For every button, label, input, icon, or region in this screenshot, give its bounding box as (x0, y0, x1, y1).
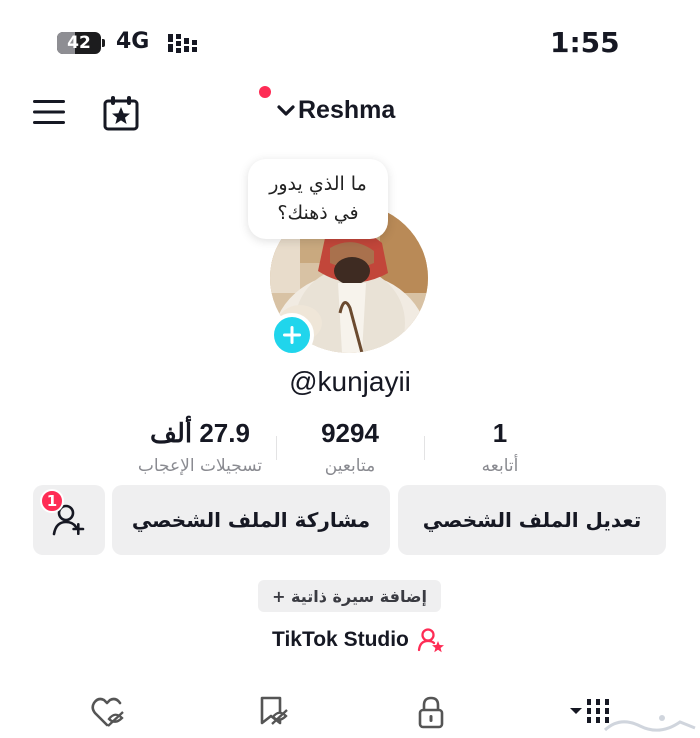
profile-handle: @kunjayii (289, 366, 411, 397)
following-stat[interactable]: 1 أتابعه (440, 416, 560, 480)
chevron-down-icon (277, 104, 295, 116)
plus-icon (283, 326, 301, 344)
battery-icon: 42 (57, 31, 105, 55)
calendar-star-icon[interactable] (102, 95, 140, 131)
network-type: 4G (116, 29, 150, 54)
tab-liked[interactable] (88, 692, 128, 732)
thought-bubble[interactable]: ما الذي يدور في ذهنك؟ (248, 159, 388, 239)
studio-label: TikTok Studio (272, 628, 409, 651)
following-label: أتابعه (481, 456, 519, 476)
clock: 1:55 (550, 26, 620, 59)
signal-icon (168, 34, 197, 53)
menu-icon[interactable] (33, 98, 65, 126)
followers-count: 9294 (321, 418, 379, 448)
status-bar: 42 4G 1:55 (0, 0, 700, 80)
likes-count: 27.9 ألف (150, 418, 250, 448)
edit-profile-button[interactable]: تعديل الملف الشخصي (398, 485, 666, 555)
followers-label: متابعين (324, 456, 376, 476)
add-photo-button[interactable] (270, 313, 314, 357)
add-bio-button[interactable]: + إضافة سيرة ذاتية (258, 580, 441, 612)
liked-icon (91, 697, 124, 727)
following-count: 1 (492, 418, 508, 448)
share-profile-button[interactable]: مشاركة الملف الشخصي (112, 485, 390, 555)
stat-divider (424, 436, 425, 460)
watermark-logo (603, 715, 696, 732)
battery-level: 42 (67, 33, 91, 53)
tab-favorites[interactable] (252, 692, 292, 732)
account-username: Reshma (298, 96, 396, 124)
followers-stat[interactable]: 9294 متابعين (290, 416, 410, 480)
notification-dot (259, 86, 271, 98)
lock-icon (418, 696, 444, 729)
bookmark-icon (260, 696, 288, 725)
likes-label: تسجيلات الإعجاب (137, 456, 263, 476)
tab-private[interactable] (411, 692, 451, 732)
tiktok-studio-link[interactable]: TikTok Studio (272, 627, 445, 653)
account-switcher[interactable]: Reshma (276, 96, 395, 125)
likes-stat[interactable]: 27.9 ألف تسجيلات الإعجاب (120, 416, 280, 480)
studio-icon (417, 628, 444, 653)
friend-request-badge: 1 (40, 489, 64, 513)
